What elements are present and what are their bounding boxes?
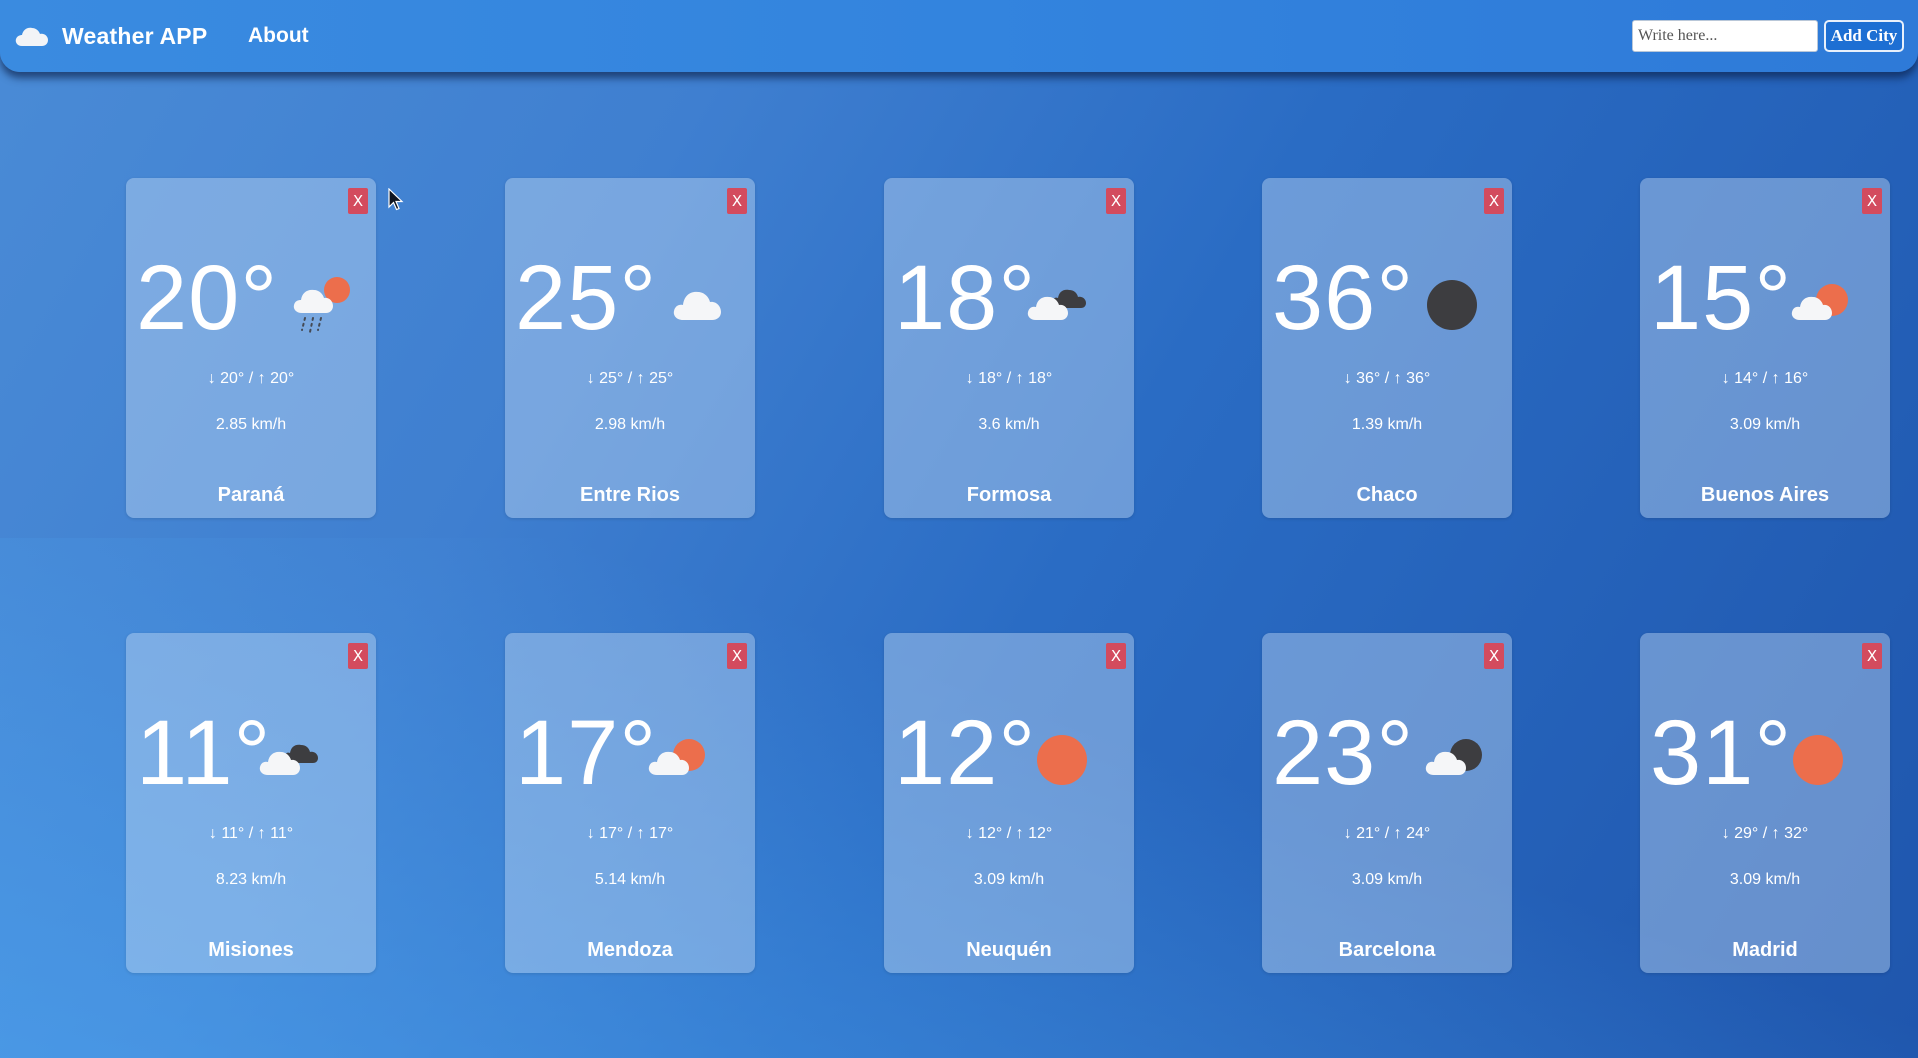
- navbar: Weather APP About Add City: [0, 0, 1918, 72]
- wind-speed: 8.23 km/h: [215, 871, 287, 888]
- temperature: 17°: [515, 702, 658, 804]
- weather-card: X 11° ↓ 11° / ↑ 11° 8.23 km/h Misiones: [126, 633, 376, 973]
- wind-speed: 3.09 km/h: [973, 871, 1045, 888]
- weather-card: X 12° ↓ 12° / ↑ 12° 3.09 km/h Neuquén: [884, 633, 1134, 973]
- temperature: 36°: [1272, 247, 1415, 349]
- add-city-button[interactable]: Add City: [1824, 20, 1904, 52]
- city-name: Buenos Aires: [1700, 484, 1830, 506]
- cloud-icon: [673, 291, 721, 320]
- broken-clouds-icon: [1027, 289, 1086, 320]
- temperature: 25°: [515, 247, 658, 349]
- min-max-temp: ↓ 20° / ↑ 20°: [207, 370, 295, 387]
- wind-speed: 3.6 km/h: [978, 416, 1040, 433]
- min-max-temp: ↓ 14° / ↑ 16°: [1721, 370, 1809, 387]
- temperature: 31°: [1650, 702, 1793, 804]
- remove-card-button[interactable]: X: [348, 643, 368, 669]
- weather-card: X 36° ↓ 36° / ↑ 36° 1.39 km/h Chaco: [1262, 178, 1512, 518]
- min-max-temp: ↓ 11° / ↑ 11°: [208, 825, 294, 842]
- city-name: Madrid: [1732, 939, 1798, 961]
- min-max-temp: ↓ 29° / ↑ 32°: [1721, 825, 1809, 842]
- wind-speed: 5.14 km/h: [594, 871, 666, 888]
- city-name: Chaco: [1356, 484, 1418, 506]
- city-name: Barcelona: [1338, 939, 1436, 961]
- remove-card-button[interactable]: X: [727, 188, 747, 214]
- city-name: Misiones: [208, 939, 294, 961]
- sun-icon: [1793, 735, 1843, 785]
- weather-card: X 18° ↓ 18° / ↑ 18° 3.6 km/h Formosa: [884, 178, 1134, 518]
- weather-card: X 15° ↓ 14° / ↑ 16° 3.09 km/h Buenos Air…: [1640, 178, 1890, 518]
- mouse-pointer-icon: [388, 188, 404, 211]
- city-name: Paraná: [217, 484, 285, 506]
- remove-card-button[interactable]: X: [1484, 188, 1504, 214]
- wind-speed: 2.98 km/h: [594, 416, 666, 433]
- app-title: Weather APP: [62, 22, 208, 49]
- weather-card: X 25° ↓ 25° / ↑ 25° 2.98 km/h Entre Rios: [505, 178, 755, 518]
- min-max-temp: ↓ 25° / ↑ 25°: [586, 370, 674, 387]
- partly-cloudy-night-icon: [1425, 739, 1482, 775]
- remove-card-button[interactable]: X: [348, 188, 368, 214]
- rain-cloud-sun-icon: [293, 277, 350, 333]
- wind-speed: 3.09 km/h: [1729, 416, 1801, 433]
- weather-cards-grid: X 20° ↓ 20° / ↑ 20° 2.85 km/h Paraná X 2…: [0, 0, 1918, 1058]
- min-max-temp: ↓ 12° / ↑ 12°: [965, 825, 1053, 842]
- wind-speed: 1.39 km/h: [1351, 416, 1423, 433]
- city-search-input[interactable]: [1632, 20, 1818, 52]
- sun-icon: [1037, 735, 1087, 785]
- temperature: 18°: [894, 247, 1037, 349]
- wind-speed: 2.85 km/h: [215, 416, 287, 433]
- min-max-temp: ↓ 18° / ↑ 18°: [965, 370, 1053, 387]
- clear-night-icon: [1427, 280, 1477, 330]
- nav-about-link[interactable]: About: [248, 24, 309, 48]
- broken-clouds-icon: [259, 744, 318, 775]
- city-name: Formosa: [966, 484, 1052, 506]
- temperature: 23°: [1272, 702, 1415, 804]
- remove-card-button[interactable]: X: [1106, 188, 1126, 214]
- city-name: Entre Rios: [579, 484, 681, 506]
- wind-speed: 3.09 km/h: [1729, 871, 1801, 888]
- weather-card: X 23° ↓ 21° / ↑ 24° 3.09 km/h Barcelona: [1262, 633, 1512, 973]
- temperature: 20°: [136, 247, 279, 349]
- weather-card: X 31° ↓ 29° / ↑ 32° 3.09 km/h Madrid: [1640, 633, 1890, 973]
- temperature: 12°: [894, 702, 1037, 804]
- remove-card-button[interactable]: X: [1106, 643, 1126, 669]
- min-max-temp: ↓ 17° / ↑ 17°: [586, 825, 674, 842]
- temperature: 15°: [1650, 247, 1793, 349]
- city-name: Neuquén: [966, 939, 1052, 961]
- remove-card-button[interactable]: X: [1484, 643, 1504, 669]
- city-name: Mendoza: [587, 939, 673, 961]
- partly-cloudy-icon: [648, 739, 705, 775]
- cloud-icon: [15, 27, 48, 46]
- temperature: 11°: [136, 702, 272, 804]
- min-max-temp: ↓ 36° / ↑ 36°: [1343, 370, 1431, 387]
- remove-card-button[interactable]: X: [1862, 643, 1882, 669]
- brand[interactable]: Weather APP: [14, 18, 207, 54]
- remove-card-button[interactable]: X: [1862, 188, 1882, 214]
- partly-cloudy-icon: [1791, 284, 1848, 320]
- weather-card: X 17° ↓ 17° / ↑ 17° 5.14 km/h Mendoza: [505, 633, 755, 973]
- remove-card-button[interactable]: X: [727, 643, 747, 669]
- wind-speed: 3.09 km/h: [1351, 871, 1423, 888]
- min-max-temp: ↓ 21° / ↑ 24°: [1343, 825, 1431, 842]
- weather-card: X 20° ↓ 20° / ↑ 20° 2.85 km/h Paraná: [126, 178, 376, 518]
